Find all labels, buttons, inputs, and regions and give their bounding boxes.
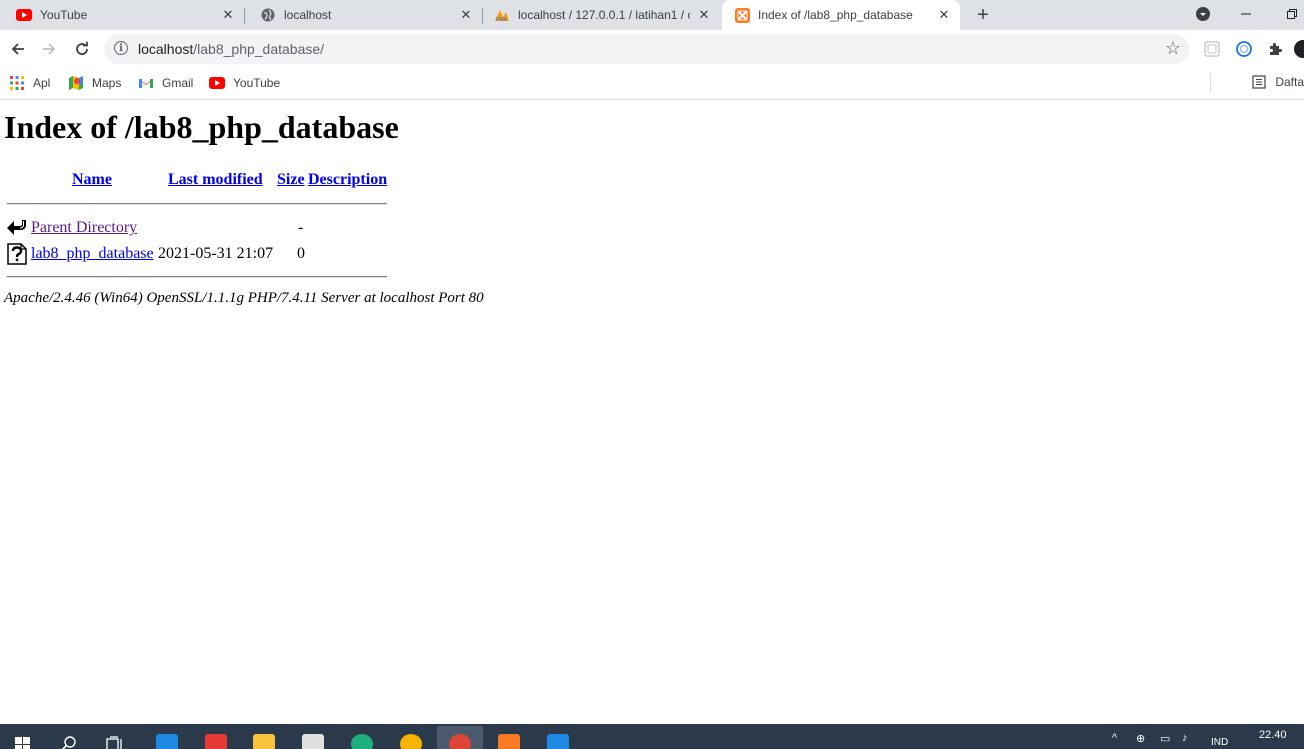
xampp-icon xyxy=(734,7,750,23)
column-header-description[interactable]: Description xyxy=(308,171,387,189)
file-explorer-icon[interactable] xyxy=(241,726,287,749)
apps-grid-icon xyxy=(9,75,25,91)
close-icon[interactable]: ✕ xyxy=(696,7,712,23)
chevron-up-icon[interactable]: ^ xyxy=(1112,732,1117,744)
windows-taskbar: ^ ⊕ ▭ ♪ IND 22.40 xyxy=(0,724,1304,749)
gmail-icon xyxy=(138,75,154,91)
tab-title: localhost xyxy=(284,8,332,22)
reading-list-button[interactable]: Daftar xyxy=(1251,74,1304,90)
arrow-right-icon xyxy=(43,43,56,55)
svg-text:PMA: PMA xyxy=(496,17,508,22)
tab-search-button[interactable] xyxy=(1191,2,1215,26)
bookmark-label: Gmail xyxy=(162,76,194,90)
row-size: - xyxy=(298,219,304,236)
store-icon[interactable] xyxy=(290,726,336,749)
back-button[interactable] xyxy=(6,37,30,61)
close-icon[interactable]: ✕ xyxy=(458,7,474,23)
reading-list-label: Daftar xyxy=(1275,75,1304,89)
vscode-icon[interactable] xyxy=(535,726,581,749)
column-header-name[interactable]: Name xyxy=(72,171,112,189)
tab-strip: YouTube ✕ localhost ✕ PMA localhost / 12… xyxy=(0,0,1304,30)
extension-circle-icon[interactable] xyxy=(1235,40,1253,58)
task-view-icon[interactable] xyxy=(92,726,138,749)
url-text: localhost/lab8_php_database/ xyxy=(138,41,324,57)
list-item-parent-directory[interactable]: Parent Directory xyxy=(31,219,137,237)
tab-title: localhost / 127.0.0.1 / latihan1 / c xyxy=(518,8,690,22)
close-icon[interactable]: ✕ xyxy=(936,7,952,23)
language-indicator[interactable]: IND xyxy=(1211,737,1228,748)
extension-icon[interactable] xyxy=(1203,40,1221,58)
new-tab-button[interactable]: + xyxy=(972,4,994,26)
server-signature: Apache/2.4.46 (Win64) OpenSSL/1.1.1g PHP… xyxy=(4,290,484,306)
column-header-size[interactable]: Size xyxy=(277,171,305,189)
bookmarks-divider xyxy=(1210,73,1211,93)
gift-icon[interactable] xyxy=(193,726,239,749)
bookmark-label: Apl xyxy=(33,76,51,90)
star-icon[interactable]: ☆ xyxy=(1165,38,1181,59)
app-icon[interactable] xyxy=(388,726,434,749)
page-content: Index of /lab8_php_database Name Last mo… xyxy=(0,100,1304,724)
reading-list-icon xyxy=(1251,74,1267,90)
chrome-icon[interactable] xyxy=(437,726,483,749)
bookmarks-bar: Apl Maps Gmail YouTube Daftar xyxy=(0,68,1304,100)
maps-icon xyxy=(68,75,84,91)
windows-start-icon[interactable] xyxy=(0,726,46,749)
url-host: localhost xyxy=(138,41,194,57)
tab-localhost[interactable]: localhost ✕ xyxy=(244,0,482,30)
xampp-icon[interactable] xyxy=(486,726,532,749)
restore-button[interactable] xyxy=(1280,2,1304,26)
tab-phpmyadmin[interactable]: PMA localhost / 127.0.0.1 / latihan1 / c… xyxy=(482,0,720,30)
page-title: Index of /lab8_php_database xyxy=(4,109,399,145)
bookmark-label: Maps xyxy=(92,76,122,90)
edge-icon[interactable] xyxy=(339,726,385,749)
unknown-file-icon xyxy=(7,243,27,265)
bookmark-maps[interactable]: Maps xyxy=(68,74,121,92)
mail-icon[interactable] xyxy=(144,726,190,749)
chevron-down-icon xyxy=(1196,7,1210,21)
forward-button[interactable] xyxy=(37,37,61,61)
bookmark-gmail[interactable]: Gmail xyxy=(138,74,193,92)
arrow-left-icon xyxy=(11,43,24,55)
bookmark-youtube[interactable]: YouTube xyxy=(209,74,280,92)
tab-title: Index of /lab8_php_database xyxy=(758,8,913,22)
tab-title: YouTube xyxy=(40,8,88,22)
url-path: /lab8_php_database/ xyxy=(193,41,325,57)
info-icon[interactable]: i xyxy=(114,41,128,55)
bookmark-apps[interactable]: Apl xyxy=(9,74,50,92)
restore-icon xyxy=(1287,9,1297,19)
volume-icon[interactable]: ♪ xyxy=(1182,732,1188,744)
bookmark-label: YouTube xyxy=(233,76,281,90)
list-item-lab8-php-database[interactable]: lab8_php_database xyxy=(31,245,154,263)
youtube-icon xyxy=(16,7,32,23)
tab-youtube[interactable]: YouTube ✕ xyxy=(0,0,244,30)
battery-icon[interactable]: ▭ xyxy=(1160,732,1170,745)
minimize-icon xyxy=(1241,13,1251,15)
close-icon[interactable]: ✕ xyxy=(220,7,236,23)
tab-index-of-lab8[interactable]: Index of /lab8_php_database ✕ xyxy=(722,0,960,30)
phpmyadmin-icon: PMA xyxy=(494,7,510,23)
divider xyxy=(7,276,387,278)
row-size: 0 xyxy=(297,245,305,262)
column-header-last-modified[interactable]: Last modified xyxy=(168,171,263,189)
clock[interactable]: 22.40 xyxy=(1259,729,1287,741)
row-last-modified: 2021-05-31 21:07 xyxy=(158,245,274,262)
search-icon[interactable] xyxy=(46,726,92,749)
globe-icon xyxy=(260,7,276,23)
reload-icon xyxy=(76,41,88,55)
browser-toolbar: i localhost/lab8_php_database/ ☆ xyxy=(0,30,1304,68)
profile-avatar[interactable] xyxy=(1294,40,1304,58)
back-arrow-icon xyxy=(6,217,26,239)
puzzle-icon[interactable] xyxy=(1266,40,1284,58)
address-bar[interactable]: i localhost/lab8_php_database/ ☆ xyxy=(104,34,1189,64)
divider xyxy=(7,203,387,205)
network-icon[interactable]: ⊕ xyxy=(1136,732,1145,745)
minimize-button[interactable] xyxy=(1234,2,1258,26)
reload-button[interactable] xyxy=(70,37,94,61)
youtube-icon xyxy=(209,75,225,91)
